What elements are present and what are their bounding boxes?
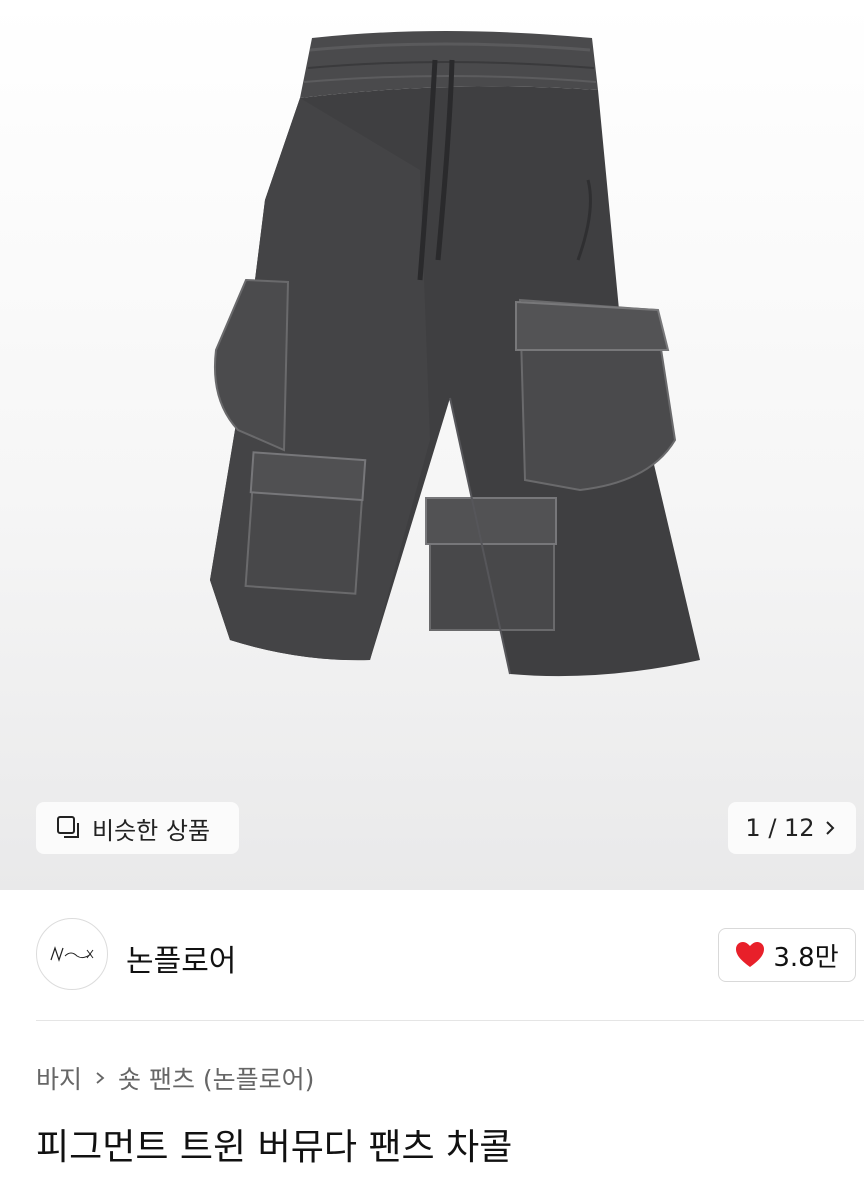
divider [36, 1020, 864, 1021]
brand-name[interactable]: 논플로어 [126, 936, 236, 980]
brand-logo[interactable] [36, 918, 108, 990]
product-image-gallery[interactable]: 비슷한 상품 1 / 12 [0, 0, 864, 890]
chevron-right-icon [96, 1072, 105, 1084]
similar-items-icon [57, 816, 79, 838]
breadcrumb-item-short-pants[interactable]: 숏 팬츠 (논플로어) [118, 1060, 314, 1096]
breadcrumb: 바지 숏 팬츠 (논플로어) [36, 1060, 314, 1096]
similar-products-label: 비슷한 상품 [92, 816, 211, 845]
brand-row: 논플로어 3.8만 [0, 890, 864, 1020]
similar-products-button[interactable]: 비슷한 상품 [36, 802, 239, 854]
like-button[interactable]: 3.8만 [718, 928, 856, 982]
product-photo [210, 31, 700, 677]
chevron-right-icon [825, 821, 834, 835]
breadcrumb-item-pants[interactable]: 바지 [36, 1060, 82, 1096]
heart-icon [736, 942, 765, 967]
product-title: 피그먼트 트윈 버뮤다 팬츠 차콜 [36, 1127, 513, 1168]
image-counter-text: 1 / 12 [745, 814, 815, 842]
brand-logo-mark [50, 946, 94, 962]
image-counter-button[interactable]: 1 / 12 [728, 802, 856, 854]
like-count: 3.8만 [773, 942, 839, 973]
